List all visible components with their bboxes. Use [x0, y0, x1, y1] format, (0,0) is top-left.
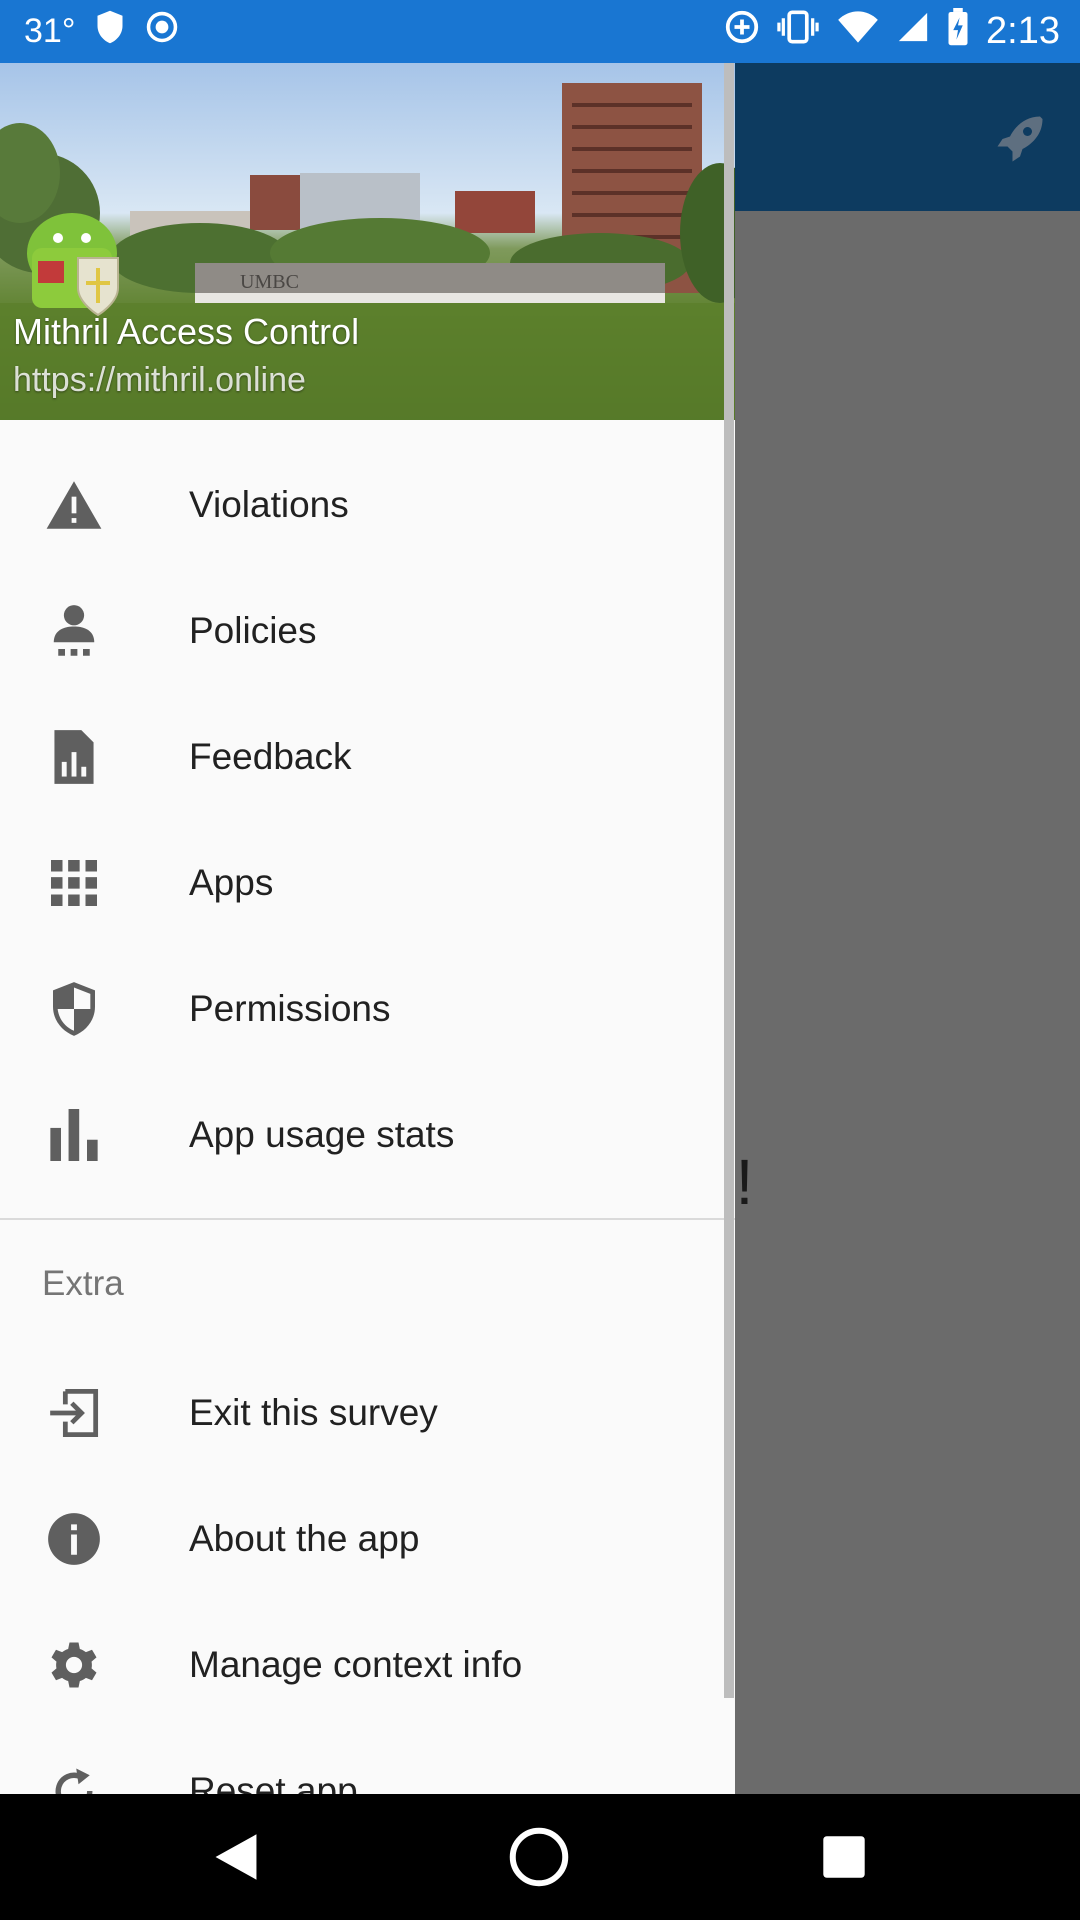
shield-icon — [42, 982, 106, 1036]
document-chart-icon — [42, 730, 106, 784]
shield-status-icon — [95, 9, 125, 54]
battery-charging-icon — [946, 7, 970, 56]
drawer-header-title: Mithril Access Control — [13, 311, 360, 352]
menu-item-label: App usage stats — [189, 1114, 455, 1155]
menu-item-about[interactable]: About the app — [0, 1476, 735, 1602]
navigation-drawer: UMBC Mithril Access Control https://mith… — [0, 63, 735, 1794]
cell-signal-icon — [896, 10, 930, 54]
record-icon — [145, 10, 179, 53]
menu-item-label: Permissions — [189, 988, 391, 1029]
drawer-scrollbar[interactable] — [724, 63, 734, 1698]
reset-icon — [42, 1765, 106, 1794]
system-navigation-bar — [0, 1794, 1080, 1920]
campus-sign-text: UMBC — [240, 271, 299, 293]
menu-item-violations[interactable]: Violations — [0, 442, 735, 568]
apps-grid-icon — [42, 857, 106, 909]
menu-item-exit-survey[interactable]: Exit this survey — [0, 1350, 735, 1476]
menu-item-label: Manage context info — [189, 1644, 523, 1685]
menu-item-label: Policies — [189, 610, 317, 651]
clock-text: 2:13 — [986, 10, 1060, 52]
rocket-icon[interactable] — [990, 109, 1050, 169]
menu-divider — [0, 1218, 735, 1220]
recents-icon[interactable] — [814, 1827, 874, 1887]
menu-item-feedback[interactable]: Feedback — [0, 694, 735, 820]
bar-chart-icon — [42, 1109, 106, 1161]
menu-item-permissions[interactable]: Permissions — [0, 946, 735, 1072]
menu-item-app-usage-stats[interactable]: App usage stats — [0, 1072, 735, 1198]
section-title-extra: Extra — [42, 1264, 124, 1303]
temperature-text: 31° — [24, 12, 76, 50]
drawer-header-subtitle[interactable]: https://mithril.online — [13, 361, 306, 400]
status-bar: 31° 2:13 — [0, 0, 1080, 63]
data-saver-icon — [724, 9, 760, 55]
gear-icon — [42, 1639, 106, 1691]
android-shield-logo — [27, 213, 119, 317]
menu-item-policies[interactable]: Policies — [0, 568, 735, 694]
back-icon[interactable] — [206, 1827, 266, 1887]
vibrate-icon — [776, 9, 820, 55]
menu-item-label: Violations — [189, 484, 349, 525]
menu-item-apps[interactable]: Apps — [0, 820, 735, 946]
menu-item-label: Reset app — [189, 1770, 358, 1794]
exit-icon — [42, 1387, 106, 1439]
warning-icon — [42, 479, 106, 531]
menu-item-reset-app[interactable]: Reset app — [0, 1728, 735, 1794]
menu-item-label: Feedback — [189, 736, 352, 777]
menu-item-manage-context[interactable]: Manage context info — [0, 1602, 735, 1728]
drawer-header: UMBC Mithril Access Control https://mith… — [0, 63, 735, 420]
info-icon — [42, 1513, 106, 1565]
person-icon — [42, 605, 106, 657]
home-icon[interactable] — [509, 1827, 569, 1887]
menu-item-label: About the app — [189, 1518, 420, 1559]
wifi-icon — [836, 10, 880, 54]
menu-item-label: Exit this survey — [189, 1392, 438, 1433]
menu-item-label: Apps — [189, 862, 274, 903]
